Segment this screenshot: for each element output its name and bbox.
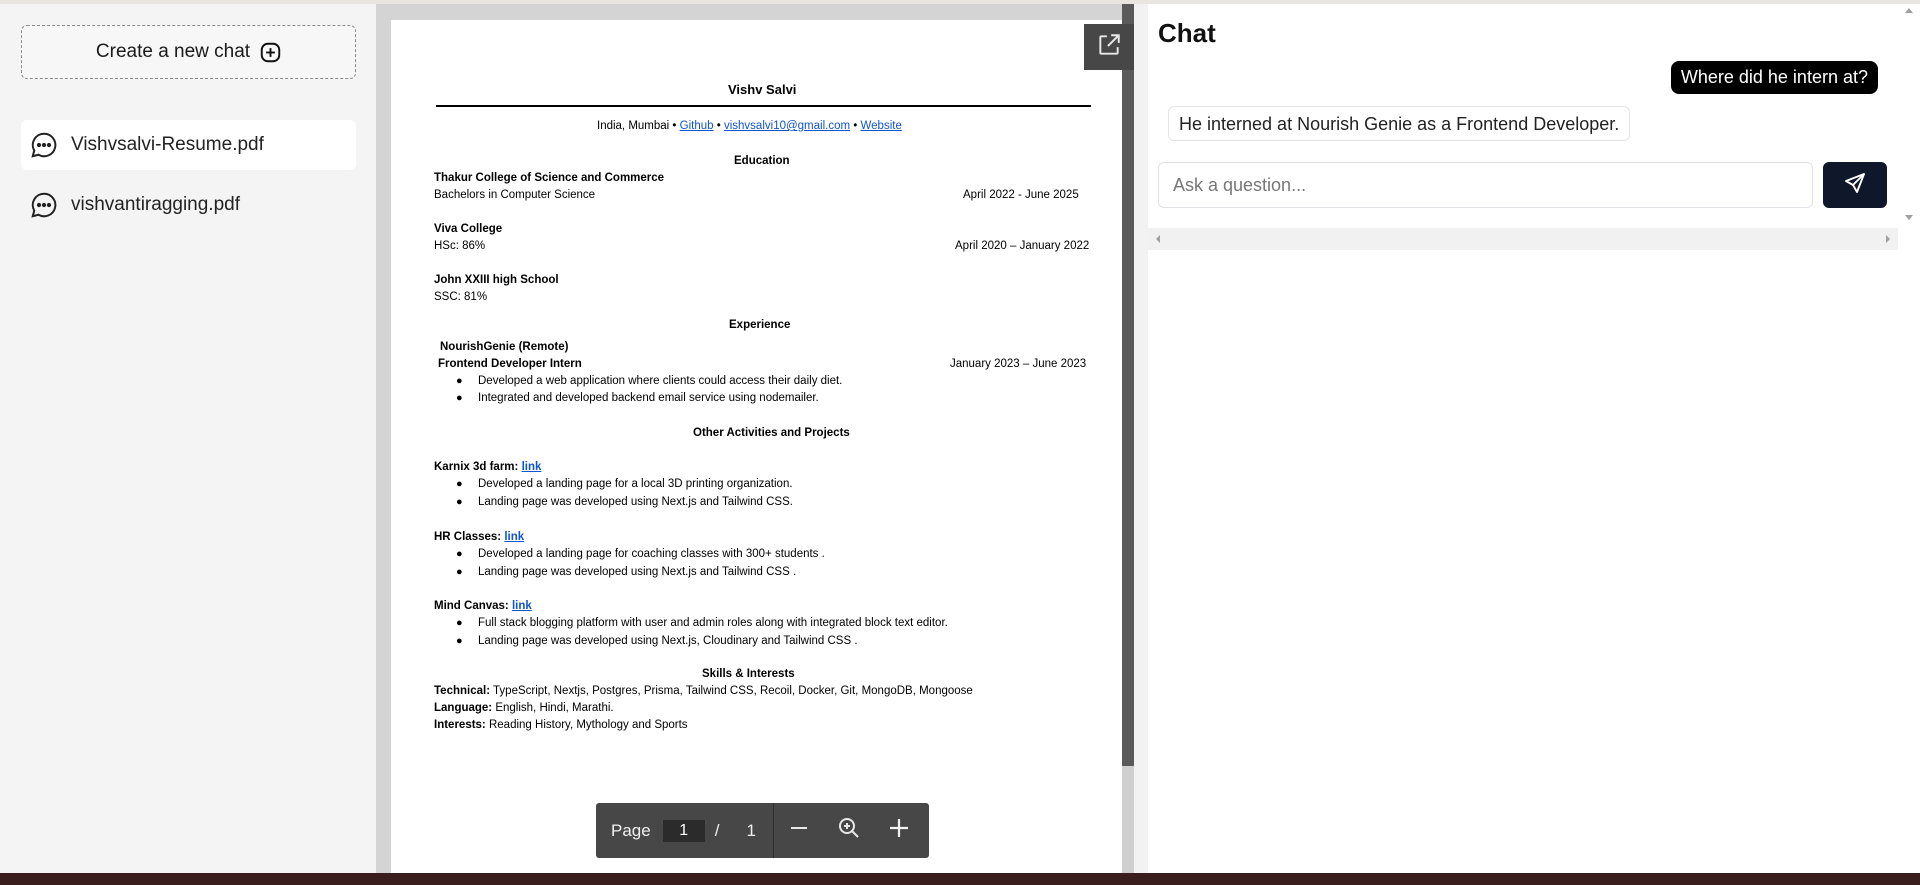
edu1-dates: April 2022 - June 2025 — [963, 189, 1079, 201]
bullet: ● — [456, 566, 463, 578]
bullet: ● — [456, 478, 463, 490]
chat-vertical-scrollbar[interactable] — [1898, 4, 1920, 252]
send-icon — [1843, 171, 1867, 200]
chat-title: Chat — [1158, 18, 1216, 48]
skills-language: Language: English, Hindi, Marathi. — [434, 702, 614, 714]
github-link[interactable]: Github — [680, 120, 714, 132]
external-link-icon — [1096, 32, 1122, 63]
page-number-input[interactable]: 1 — [662, 819, 705, 842]
exp-bullet-1: Developed a web application where client… — [478, 375, 843, 387]
contact-location: India, Mumbai • — [597, 120, 677, 132]
exp-bullet-2: Integrated and developed backend email s… — [478, 392, 819, 404]
tech-value: TypeScript, Nextjs, Postgres, Prisma, Ta… — [493, 685, 973, 697]
project-1-link[interactable]: link — [522, 461, 542, 473]
page-label: Page — [611, 820, 651, 840]
int-label: Interests: — [434, 719, 486, 731]
zoom-out-button[interactable] — [774, 803, 824, 858]
open-external-button[interactable] — [1084, 24, 1134, 70]
project-1-bullet-1: Developed a landing page for a local 3D … — [478, 478, 793, 490]
project-1-title: Karnix 3d farm: — [434, 461, 519, 473]
new-chat-label: Create a new chat — [95, 41, 251, 62]
bullet: ● — [456, 635, 463, 647]
sidebar: Create a new chat Vishvsalvi-Resume.pdf … — [0, 4, 376, 873]
sidebar-item-antiragging[interactable]: vishvantiragging.pdf — [21, 180, 356, 230]
project-2-title-line: HR Classes: link — [434, 531, 524, 543]
bullet: ● — [456, 496, 463, 508]
page-indicator: Page 1 / 1 — [596, 803, 774, 858]
education-heading: Education — [734, 155, 790, 167]
email-link[interactable]: vishvsalvi10@gmail.com — [724, 120, 850, 132]
int-value: Reading History, Mythology and Sports — [488, 719, 688, 731]
user-message: Where did he intern at? — [1670, 61, 1878, 94]
project-3-link[interactable]: link — [512, 600, 532, 612]
project-2-link[interactable]: link — [504, 531, 524, 543]
project-3-title: Mind Canvas: — [434, 600, 509, 612]
page-separator: / — [714, 820, 720, 840]
edu1-degree: Bachelors in Computer Science — [434, 189, 596, 201]
project-2-title: HR Classes: — [434, 531, 502, 543]
create-new-chat-button[interactable]: Create a new chat — [21, 25, 356, 79]
website-link[interactable]: Website — [861, 120, 902, 132]
experience-heading: Experience — [729, 319, 791, 331]
zoom-icon — [837, 816, 861, 845]
sidebar-item-label: vishvantiragging.pdf — [71, 194, 240, 215]
bullet: ● — [456, 375, 463, 387]
project-1-title-line: Karnix 3d farm: link — [434, 461, 541, 473]
plus-icon — [888, 817, 910, 844]
edu2-dates: April 2020 – January 2022 — [955, 240, 1090, 252]
pdf-toolbar: Page 1 / 1 — [596, 803, 929, 858]
lang-label: Language: — [434, 702, 493, 714]
edu2-degree: HSc: 86% — [434, 240, 486, 252]
bullet: ● — [456, 617, 463, 629]
total-pages: 1 — [746, 820, 756, 840]
chat-panel: Chat Where did he intern at? He interned… — [1148, 4, 1920, 873]
exp-company: NourishGenie (Remote) — [440, 341, 569, 353]
project-1-bullet-2: Landing page was developed using Next.js… — [478, 496, 793, 508]
project-3-bullet-1: Full stack blogging platform with user a… — [478, 617, 948, 629]
skills-technical: Technical: TypeScript, Nextjs, Postgres,… — [434, 685, 973, 697]
pdf-page — [391, 20, 1134, 873]
exp-dates: January 2023 – June 2023 — [950, 358, 1087, 370]
tech-label: Technical: — [434, 685, 491, 697]
taskbar-edge — [0, 873, 1920, 885]
plus-circle-icon — [260, 42, 281, 63]
project-3-title-line: Mind Canvas: link — [434, 600, 532, 612]
bullet: ● — [456, 392, 463, 404]
question-input[interactable]: Ask a question... — [1158, 162, 1813, 208]
edu3-school: John XXIII high School — [434, 274, 559, 286]
assistant-message: He interned at Nourish Genie as a Fronte… — [1168, 106, 1631, 141]
edu1-school: Thakur College of Science and Commerce — [434, 172, 665, 184]
contact-line: India, Mumbai • Github • vishvsalvi10@gm… — [597, 120, 902, 132]
skills-heading: Skills & Interests — [702, 668, 795, 680]
zoom-in-button[interactable] — [874, 803, 924, 858]
bullet: ● — [456, 548, 463, 560]
project-2-bullet-2: Landing page was developed using Next.js… — [478, 566, 797, 578]
exp-role: Frontend Developer Intern — [438, 358, 582, 370]
project-3-bullet-2: Landing page was developed using Next.js… — [478, 635, 858, 647]
viewer-scrollbar[interactable] — [1122, 4, 1134, 766]
zoom-reset-button[interactable] — [824, 803, 874, 858]
sidebar-item-resume[interactable]: Vishvsalvi-Resume.pdf — [21, 120, 356, 170]
viewer-scrollbar-track — [1122, 766, 1134, 873]
resume-name: Vishv Salvi — [728, 82, 797, 97]
lang-value: English, Hindi, Marathi. — [495, 702, 614, 714]
projects-heading: Other Activities and Projects — [693, 427, 850, 439]
edu3-degree: SSC: 81% — [434, 291, 488, 303]
send-button[interactable] — [1823, 162, 1887, 208]
project-2-bullet-1: Developed a landing page for coaching cl… — [478, 548, 825, 560]
skills-interests: Interests: Reading History, Mythology an… — [434, 719, 688, 731]
sidebar-item-label: Vishvsalvi-Resume.pdf — [71, 134, 264, 155]
header-rule — [436, 105, 1091, 107]
minus-icon — [789, 818, 809, 843]
contact-sep: • — [716, 120, 721, 132]
message-circle-icon — [29, 190, 59, 220]
contact-sep: • — [853, 120, 858, 132]
edu2-school: Viva College — [434, 223, 503, 235]
chat-horizontal-scrollbar[interactable] — [1148, 228, 1898, 250]
message-circle-icon — [29, 130, 59, 160]
